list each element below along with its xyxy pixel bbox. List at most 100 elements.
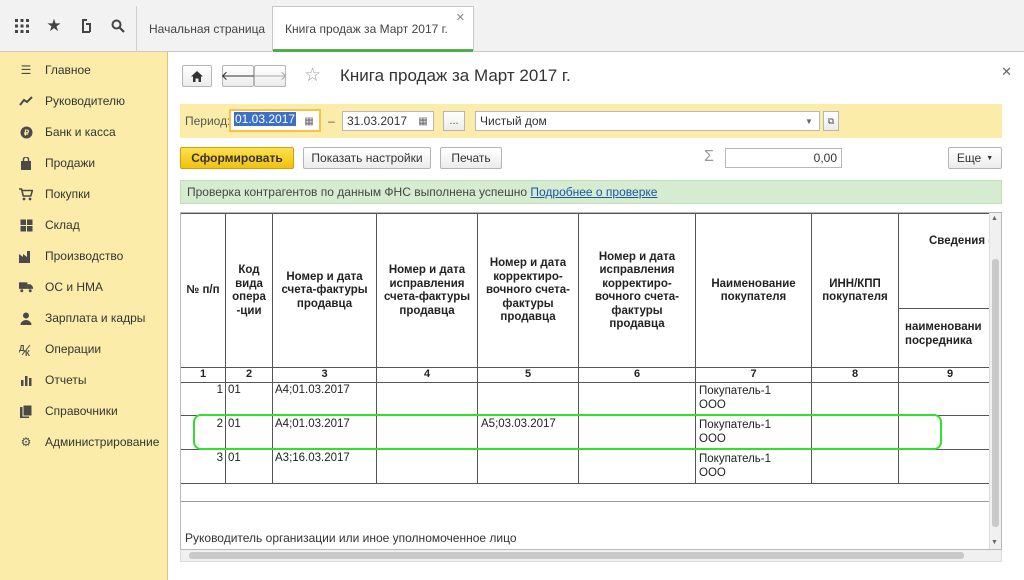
- more-label: Еще: [956, 151, 982, 165]
- sidebar-item-salary[interactable]: Зарплата и кадры: [0, 303, 168, 333]
- sidebar-item-manager[interactable]: Руководителю: [0, 86, 168, 116]
- invoice: А4;01.03.2017: [275, 384, 350, 396]
- apps-grid-icon[interactable]: [8, 12, 36, 40]
- search-icon[interactable]: [104, 12, 132, 40]
- correction-invoice: А5;03.03.2017: [481, 418, 556, 430]
- forward-button[interactable]: 🡒: [253, 65, 287, 87]
- operations-icon: ДК: [19, 342, 33, 356]
- sum-value: 0,00: [813, 151, 837, 165]
- tab-sales-book-label: Книга продаж за Март 2017 г.: [285, 22, 448, 36]
- tab-home-label: Начальная страница: [149, 22, 266, 36]
- report-area[interactable]: № п/п Код вида опера -ции Номер и дата с…: [180, 212, 1002, 550]
- dropdown-arrow-icon[interactable]: ▼: [800, 112, 818, 130]
- home-button[interactable]: [182, 65, 212, 87]
- col-num: 7: [750, 368, 757, 380]
- menu-lines-icon: ☰: [20, 63, 32, 77]
- sidebar-item-assets[interactable]: ОС и НМА: [0, 272, 168, 302]
- sidebar-item-label: Руководителю: [45, 94, 126, 108]
- tab-close-icon[interactable]: ✕: [456, 11, 465, 24]
- main-panel: 🡐 🡒 ☆ Книга продаж за Март 2017 г. ✕ Пер…: [168, 52, 1024, 580]
- books-icon: [19, 404, 33, 418]
- back-button[interactable]: 🡐: [221, 65, 255, 87]
- col-num: 1: [199, 368, 207, 380]
- invoice: А3;16.03.2017: [275, 452, 350, 464]
- sidebar-item-reports[interactable]: Отчеты: [0, 365, 168, 395]
- top-bar: ★ Начальная страница Книга продаж за Мар…: [0, 0, 1024, 52]
- sidebar-item-label: Операции: [45, 342, 102, 356]
- sidebar-item-label: Банк и касса: [45, 125, 116, 139]
- operation-code: 01: [228, 418, 241, 430]
- buyer-name-line1: Покупатель-1: [699, 453, 772, 465]
- bar-chart-icon: [19, 373, 33, 387]
- factory-icon: [19, 249, 33, 263]
- sidebar-item-label: Справочники: [45, 404, 118, 418]
- col-num: 4: [423, 368, 431, 380]
- header-invoice-fix: Номер и дата исправления счета-фактуры п…: [383, 264, 471, 317]
- home-icon: [191, 70, 203, 82]
- print-label: Печать: [451, 151, 491, 165]
- favorite-star-icon[interactable]: ☆: [304, 64, 321, 87]
- cart-icon: [19, 187, 33, 201]
- scroll-thumb[interactable]: [992, 259, 999, 527]
- calendar-icon[interactable]: ▦: [300, 112, 318, 130]
- sidebar: ☰ Главное Руководителю ₽ Банк и касса Пр…: [0, 52, 168, 580]
- buyer-name-line1: Покупатель-1: [699, 419, 772, 431]
- sidebar-item-label: Склад: [45, 218, 80, 232]
- date-to-value: 31.03.2017: [347, 114, 408, 128]
- check-details-link[interactable]: Подробнее о проверке: [530, 185, 657, 199]
- horizontal-scrollbar[interactable]: [180, 550, 1002, 562]
- show-settings-button[interactable]: Показать настройки: [303, 147, 431, 169]
- sidebar-item-label: Зарплата и кадры: [45, 311, 146, 325]
- tab-sales-book[interactable]: Книга продаж за Март 2017 г. ✕: [272, 6, 474, 52]
- sidebar-item-sales[interactable]: Продажи: [0, 148, 168, 178]
- sidebar-item-production[interactable]: Производство: [0, 241, 168, 271]
- sidebar-item-warehouse[interactable]: Склад: [0, 210, 168, 240]
- organization-value: Чистый дом: [480, 114, 547, 128]
- sidebar-item-operations[interactable]: ДК Операции: [0, 334, 168, 364]
- sum-field[interactable]: 0,00: [725, 148, 842, 168]
- horizontal-scroll-thumb[interactable]: [189, 552, 964, 559]
- sidebar-item-bank[interactable]: ₽ Банк и касса: [0, 117, 168, 147]
- col-num: 2: [245, 368, 253, 380]
- col-num: 8: [851, 368, 859, 380]
- close-icon[interactable]: ✕: [1001, 64, 1012, 80]
- show-settings-label: Показать настройки: [311, 151, 423, 165]
- bag-icon: [19, 156, 33, 170]
- gear-icon: ⚙: [20, 435, 32, 449]
- scroll-up-icon[interactable]: ▲: [991, 215, 998, 222]
- period-select-button[interactable]: ...: [443, 111, 465, 131]
- print-button[interactable]: Печать: [440, 147, 502, 169]
- generate-button[interactable]: Сформировать: [180, 147, 294, 169]
- sidebar-item-label: Администрирование: [45, 435, 160, 449]
- fns-check-banner: Проверка контрагентов по данным ФНС выпо…: [180, 180, 1002, 204]
- buyer-name: Покупатель-1 ООО: [699, 384, 771, 412]
- favorites-star-icon[interactable]: ★: [40, 12, 68, 40]
- organization-field[interactable]: Чистый дом: [475, 111, 820, 131]
- calendar-icon[interactable]: ▦: [414, 112, 432, 130]
- row-number: 2: [216, 418, 223, 430]
- coin-icon: ₽: [19, 125, 33, 139]
- header-intermediary-info: Сведения (комисси: [929, 235, 1001, 247]
- vertical-scrollbar[interactable]: ▲ ▼: [989, 213, 1001, 549]
- header-buyer-inn: ИНН/КПП покупателя: [822, 277, 888, 304]
- tab-home[interactable]: Начальная страница: [136, 6, 277, 52]
- person-icon: [19, 311, 33, 325]
- scroll-down-icon[interactable]: ▼: [991, 539, 998, 546]
- history-icon[interactable]: [72, 12, 100, 40]
- header-number: № п/п: [186, 284, 220, 297]
- invoice: А4;01.03.2017: [275, 418, 350, 430]
- header-invoice: Номер и дата счета-фактуры продавца: [281, 270, 368, 310]
- truck-icon: [19, 280, 33, 294]
- buyer-name-line2: ООО: [699, 467, 726, 479]
- fns-check-text: Проверка контрагентов по данным ФНС выпо…: [187, 185, 528, 199]
- sidebar-item-references[interactable]: Справочники: [0, 396, 168, 426]
- report-footer-signature: Руководитель организации или иное уполно…: [185, 531, 517, 545]
- period-bar: Период: 01.03.2017 ▦ – 31.03.2017 ▦ ... …: [180, 104, 1002, 138]
- sidebar-item-main[interactable]: ☰ Главное: [0, 55, 168, 85]
- more-button[interactable]: Еще ▼: [948, 147, 1002, 169]
- sidebar-item-admin[interactable]: ⚙ Администрирование: [0, 427, 168, 457]
- open-organization-button[interactable]: ⧉: [823, 111, 839, 131]
- sidebar-item-purchases[interactable]: Покупки: [0, 179, 168, 209]
- row-number: 3: [216, 452, 223, 464]
- operation-code: 01: [228, 384, 241, 396]
